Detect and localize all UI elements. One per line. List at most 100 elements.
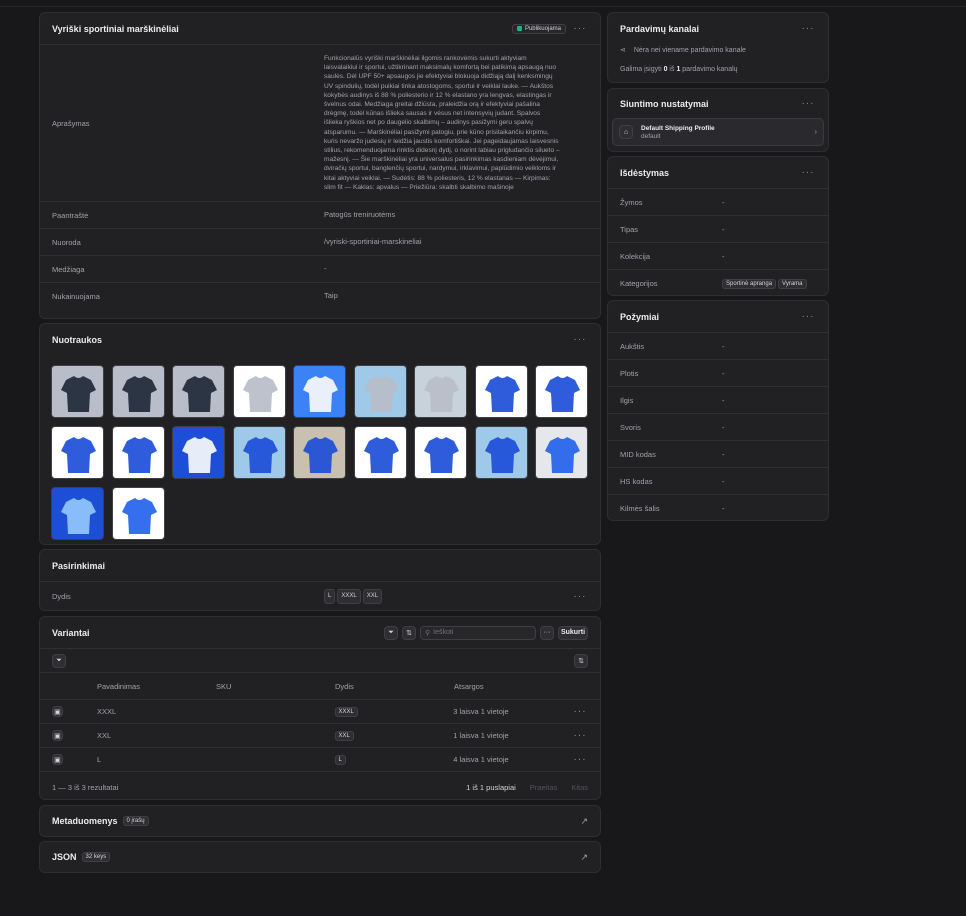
image-icon: ▣	[52, 730, 63, 741]
product-photo-thumbnail[interactable]	[474, 426, 528, 479]
variants-menu-button[interactable]: ···	[540, 625, 554, 640]
field-row: Paantraštė Patogūs treniruotėms	[40, 201, 600, 228]
attr-row: Svoris -	[608, 413, 828, 440]
category-tag[interactable]: Sportinė apranga	[722, 278, 777, 289]
shipping-profile-item[interactable]: ⌂ Default Shipping Profile default ›	[612, 118, 824, 146]
variant-size: L	[334, 754, 454, 765]
create-button[interactable]: Sukurti	[558, 625, 588, 640]
shipping-profile-sub: default	[641, 132, 661, 140]
category-tag[interactable]: Vyrama	[778, 278, 807, 289]
json-card[interactable]: JSON 32 keys ↗	[39, 841, 601, 873]
product-photo-thumbnail[interactable]	[232, 365, 286, 418]
option-values: L XXXL XXL	[324, 589, 572, 604]
organization-title: Išdėstymas	[620, 167, 670, 178]
table-row[interactable]: ▣ XXL XXL 1 laisva 1 vietoje ···	[40, 723, 600, 747]
shipping-menu-button[interactable]: ···	[800, 98, 816, 109]
field-label: Nukainuojama	[52, 291, 100, 301]
product-photo-thumbnail[interactable]	[51, 487, 104, 540]
table-header: Pavadinimas SKU Dydis Atsargos	[40, 672, 600, 699]
chevron-right-icon: ›	[814, 128, 817, 136]
product-photo-thumbnail[interactable]	[414, 365, 467, 418]
sales-channels-title: Pardavimų kanalai	[620, 23, 700, 34]
options-card: Pasirinkimai Dydis L XXXL XXL ···	[39, 549, 601, 611]
table-row[interactable]: ▣ XXXL XXXL 3 laisva 1 vietoje ···	[40, 699, 600, 723]
option-row: Dydis L XXXL XXL ···	[40, 581, 600, 611]
product-photo-thumbnail[interactable]	[111, 487, 165, 540]
product-photo-thumbnail[interactable]	[353, 426, 407, 479]
product-photo-thumbnail[interactable]	[51, 365, 104, 418]
field-label: Paantraštė	[52, 210, 89, 220]
attributes-card: Požymiai ··· Aukštis - Plotis - Ilgis - Svo…	[607, 300, 829, 521]
row-menu-button[interactable]: ···	[572, 730, 588, 741]
attr-row: Aukštis -	[608, 332, 828, 359]
shipping-profile-name: Default Shipping Profile	[641, 124, 715, 132]
attributes-title: Požymiai	[620, 311, 660, 322]
product-photo-thumbnail[interactable]	[172, 365, 225, 418]
product-photo-thumbnail[interactable]	[51, 426, 104, 479]
sales-menu-button[interactable]: ···	[800, 23, 816, 34]
next-button[interactable]: Kitas	[571, 783, 588, 792]
field-value: /vyriski-sportiniai-marskineliai	[324, 236, 422, 246]
column-sort-icon[interactable]: ⇅	[574, 653, 588, 668]
variants-card: Variantai ⏷ ⇅ ⚲ Ieškoti ··· Sukurti ⏷ ⇅ P…	[39, 616, 601, 800]
product-photo-thumbnail[interactable]	[232, 426, 286, 479]
product-photo-thumbnail[interactable]	[535, 426, 588, 479]
json-count-badge: 32 keys	[81, 852, 111, 862]
add-filter-icon[interactable]: ⏷	[52, 653, 66, 668]
sort-icon[interactable]: ⇅	[402, 625, 416, 640]
description-value: Funkcionalūs vyriški marškinėliai ilgomi…	[324, 54, 560, 191]
field-value: -	[324, 263, 327, 273]
image-icon: ▣	[52, 706, 63, 717]
column-header: SKU	[216, 681, 232, 691]
product-photo-thumbnail[interactable]	[293, 365, 346, 418]
product-photo-thumbnail[interactable]	[111, 426, 165, 479]
product-photo-thumbnail[interactable]	[353, 365, 407, 418]
table-row[interactable]: ▣ L L 4 laisva 1 vietoje ···	[40, 747, 600, 771]
prev-button[interactable]: Praeitas	[530, 783, 558, 792]
column-header: Pavadinimas	[97, 681, 140, 691]
variant-stock: 3 laisva 1 vietoje	[453, 707, 509, 716]
product-photo-thumbnail[interactable]	[172, 426, 225, 479]
attr-row: Plotis -	[608, 359, 828, 386]
variant-size: XXXL	[334, 706, 454, 717]
org-row: Tipas -	[608, 215, 828, 242]
product-photo-thumbnail[interactable]	[293, 426, 346, 479]
variant-size: XXL	[334, 730, 454, 741]
attributes-menu-button[interactable]: ···	[800, 311, 816, 322]
search-input[interactable]: ⚲ Ieškoti	[420, 625, 536, 640]
filter-icon[interactable]: ⏷	[384, 625, 398, 640]
attr-row: MID kodas -	[608, 440, 828, 467]
option-menu-button[interactable]: ···	[572, 591, 588, 602]
product-photo-thumbnail[interactable]	[414, 426, 467, 479]
search-icon: ⚲	[425, 629, 431, 637]
variant-name: L	[96, 755, 102, 764]
json-title: JSON	[52, 852, 77, 862]
pagination: 1 — 3 iš 3 rezultatai 1 iš 1 puslapiai P…	[40, 771, 600, 802]
photos-menu-button[interactable]: ···	[572, 334, 588, 345]
photos-card: Nuotraukos ···	[39, 323, 601, 545]
row-menu-button[interactable]: ···	[572, 754, 588, 765]
variant-stock: 4 laisva 1 vietoje	[453, 755, 509, 764]
metadata-count-badge: 0 įrašų	[122, 816, 149, 826]
metadata-title: Metaduomenys	[52, 816, 118, 826]
product-menu-button[interactable]: ···	[572, 23, 588, 34]
row-menu-button[interactable]: ···	[572, 706, 588, 717]
product-photo-thumbnail[interactable]	[535, 365, 588, 418]
option-value-badge: XXL	[362, 589, 383, 604]
metadata-card[interactable]: Metaduomenys 0 įrašų ↗	[39, 805, 601, 837]
variants-title: Variantai	[52, 627, 90, 638]
option-value-badge: XXXL	[337, 589, 361, 604]
org-row: Žymos -	[608, 188, 828, 215]
product-photo-thumbnail[interactable]	[474, 365, 528, 418]
org-row: Kolekcija -	[608, 242, 828, 269]
product-photo-thumbnail[interactable]	[111, 365, 165, 418]
field-value: Patogūs treniruotėms	[324, 209, 396, 219]
variant-name: XXXL	[96, 707, 117, 716]
shipping-title: Siuntimo nustatymai	[620, 98, 709, 109]
shipping-card: Siuntimo nustatymai ··· ⌂ Default Shippi…	[607, 88, 829, 152]
sales-empty-text: Nėra nei viename pardavimo kanale	[633, 46, 746, 54]
external-link-icon[interactable]: ↗	[580, 852, 588, 863]
field-row: Aprašymas Funkcionalūs vyriški marškinėl…	[40, 44, 600, 201]
external-link-icon[interactable]: ↗	[580, 816, 588, 827]
organization-menu-button[interactable]: ···	[800, 167, 816, 178]
